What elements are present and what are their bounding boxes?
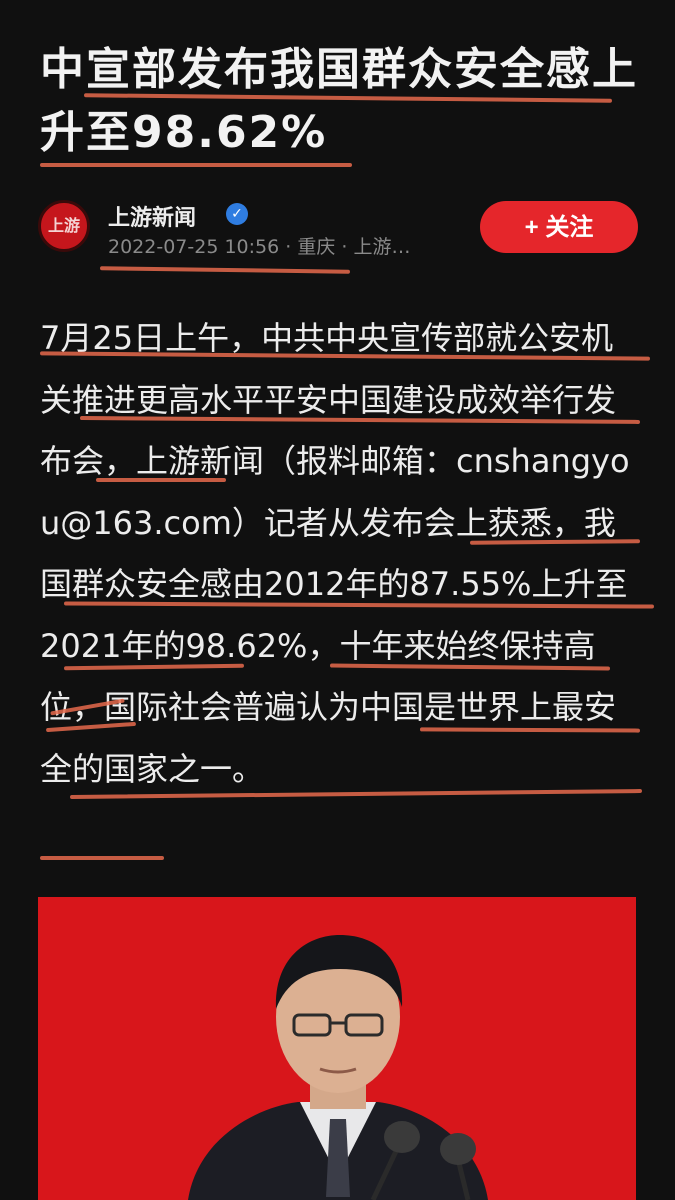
highlight-underline: [40, 856, 164, 860]
publisher-avatar[interactable]: 上游: [38, 200, 90, 252]
publish-meta: 2022-07-25 10:56 · 重庆 · 上游…: [108, 236, 411, 258]
highlight-underline: [96, 478, 226, 482]
follow-button[interactable]: + 关注: [480, 201, 638, 253]
highlight-underline: [99, 266, 351, 274]
publisher-name[interactable]: 上游新闻: [108, 200, 196, 232]
article-photo[interactable]: [38, 897, 636, 1200]
verified-check-icon: ✓: [226, 203, 248, 225]
screenshot-frame: 中宣部发布我国群众安全感上升至98.62% 上游 上游新闻 ✓ 2022-07-…: [0, 0, 675, 1200]
highlight-underline: [40, 163, 352, 167]
author-row: 上游 上游新闻 ✓ 2022-07-25 10:56 · 重庆 · 上游… + …: [38, 196, 638, 266]
speaker-portrait-illustration: [188, 935, 488, 1200]
